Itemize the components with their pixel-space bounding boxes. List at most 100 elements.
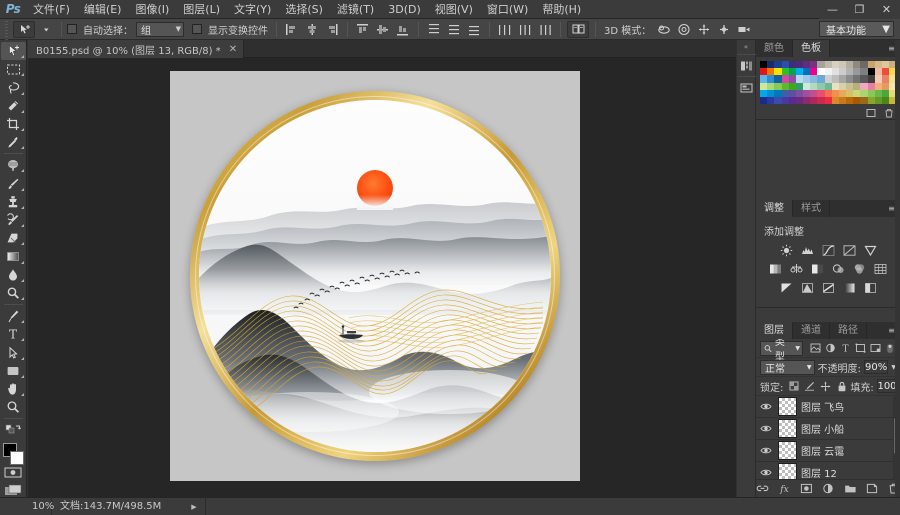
color-swatch[interactable] [881,68,890,76]
move-tool-preset-arrow[interactable] [37,21,55,38]
color-swatch[interactable] [781,75,789,83]
color-swatch[interactable] [874,75,882,83]
rectangular-marquee-tool[interactable] [1,60,26,78]
color-swatch[interactable] [860,82,868,90]
menu-help[interactable]: 帮助(H) [535,0,588,19]
distribute-bottom-edges-icon[interactable] [465,21,483,38]
filter-pixel-icon[interactable] [809,342,821,355]
minimize-button[interactable]: — [819,0,846,19]
lasso-tool[interactable] [1,78,26,96]
auto-align-layers-button[interactable] [567,20,589,38]
color-swatch[interactable] [760,96,768,105]
color-swatch[interactable] [788,75,796,83]
tab-color[interactable]: 颜色 [756,40,793,57]
slide-3d-icon[interactable] [715,21,733,38]
color-swatch[interactable] [774,61,782,69]
color-swatch[interactable] [867,89,875,97]
color-swatch[interactable] [824,82,832,90]
color-swatch[interactable] [867,68,875,76]
color-swatch[interactable] [838,89,847,97]
color-swatch[interactable] [795,68,804,76]
color-swatch[interactable] [810,96,818,105]
color-swatch[interactable] [781,61,789,69]
lock-image-pixels-icon[interactable] [804,380,815,392]
document-tab[interactable]: B0155.psd @ 10% (图层 13, RGB/8) * ✕ [28,40,245,58]
color-swatch[interactable] [824,96,832,105]
color-swatch[interactable] [817,82,825,90]
color-swatch[interactable] [803,82,811,90]
roll-3d-icon[interactable] [675,21,693,38]
filter-shape-icon[interactable] [854,342,866,355]
color-swatch[interactable] [767,61,775,69]
filter-type-icon[interactable]: T [839,342,851,355]
rotate-3d-icon[interactable] [655,21,673,38]
color-swatch[interactable] [874,96,882,105]
path-selection-tool[interactable] [1,343,26,361]
auto-select-dropdown[interactable]: 组 ▼ [136,21,184,37]
show-transform-checkbox[interactable] [192,24,202,34]
color-swatch[interactable] [824,89,832,97]
tab-swatches[interactable]: 色板 [793,40,830,57]
quick-mask-toggle[interactable] [2,466,24,480]
layer-row[interactable]: 图层 小船 [756,418,900,440]
move-tool[interactable] [0,42,26,61]
color-swatch[interactable] [817,96,825,105]
tab-channels[interactable]: 通道 [793,322,830,339]
layer-visibility-icon[interactable] [758,468,774,477]
align-horizontal-centers-icon[interactable] [303,21,321,38]
distribute-left-edges-icon[interactable] [496,21,514,38]
color-swatch[interactable] [881,89,890,97]
distribute-top-edges-icon[interactable] [425,21,443,38]
dock-scrollbar[interactable] [895,40,900,497]
color-swatch[interactable] [760,82,768,90]
invert-icon[interactable] [778,281,794,295]
filter-smart-object-icon[interactable] [869,342,881,355]
rectangle-shape-tool[interactable] [1,362,26,380]
artboard[interactable] [170,71,580,481]
history-brush-tool[interactable] [1,211,26,229]
magic-wand-tool[interactable] [1,97,26,115]
color-swatch[interactable] [867,96,875,105]
align-top-edges-icon[interactable] [354,21,372,38]
color-swatch[interactable] [803,96,811,105]
blur-tool[interactable] [1,266,26,284]
color-swatch[interactable] [831,61,839,69]
color-swatch[interactable] [846,96,854,105]
color-swatch[interactable] [781,82,789,90]
levels-icon[interactable] [799,243,815,257]
color-swatch[interactable] [853,89,861,97]
layer-visibility-icon[interactable] [758,446,774,455]
color-swatch[interactable] [774,96,782,105]
color-swatch[interactable] [831,82,839,90]
color-swatch[interactable] [810,82,818,90]
color-swatch[interactable] [810,75,818,83]
tab-layers[interactable]: 图层 [756,322,793,339]
dodge-tool[interactable] [1,284,26,302]
color-swatch[interactable] [846,68,854,76]
lock-position-icon[interactable] [820,380,831,392]
color-swatch[interactable] [781,89,789,97]
hand-tool[interactable] [1,380,26,398]
color-swatch[interactable] [810,61,818,69]
color-swatch[interactable] [803,68,811,76]
clone-stamp-tool[interactable] [1,193,26,211]
expand-panels-icon[interactable]: « [737,40,756,54]
layer-thumbnail[interactable] [778,419,797,438]
color-swatch[interactable] [831,75,839,83]
channel-mixer-icon[interactable] [852,262,868,276]
maximize-button[interactable]: ❐ [846,0,873,19]
color-swatch[interactable] [838,82,847,90]
new-adjustment-layer-icon[interactable] [822,482,835,495]
color-swatch[interactable] [874,68,882,76]
eyedropper-tool[interactable] [1,133,26,151]
distribute-vertical-centers-icon[interactable] [445,21,463,38]
new-swatch-icon[interactable] [864,106,877,119]
color-swatch[interactable] [767,89,775,97]
color-swatch[interactable] [774,68,782,76]
curves-icon[interactable] [820,243,836,257]
color-swatch[interactable] [795,89,804,97]
layer-thumbnail[interactable] [778,397,797,416]
move-tool-options-icon[interactable] [13,20,35,38]
color-swatch[interactable] [853,75,861,83]
brightness-contrast-icon[interactable] [778,243,794,257]
